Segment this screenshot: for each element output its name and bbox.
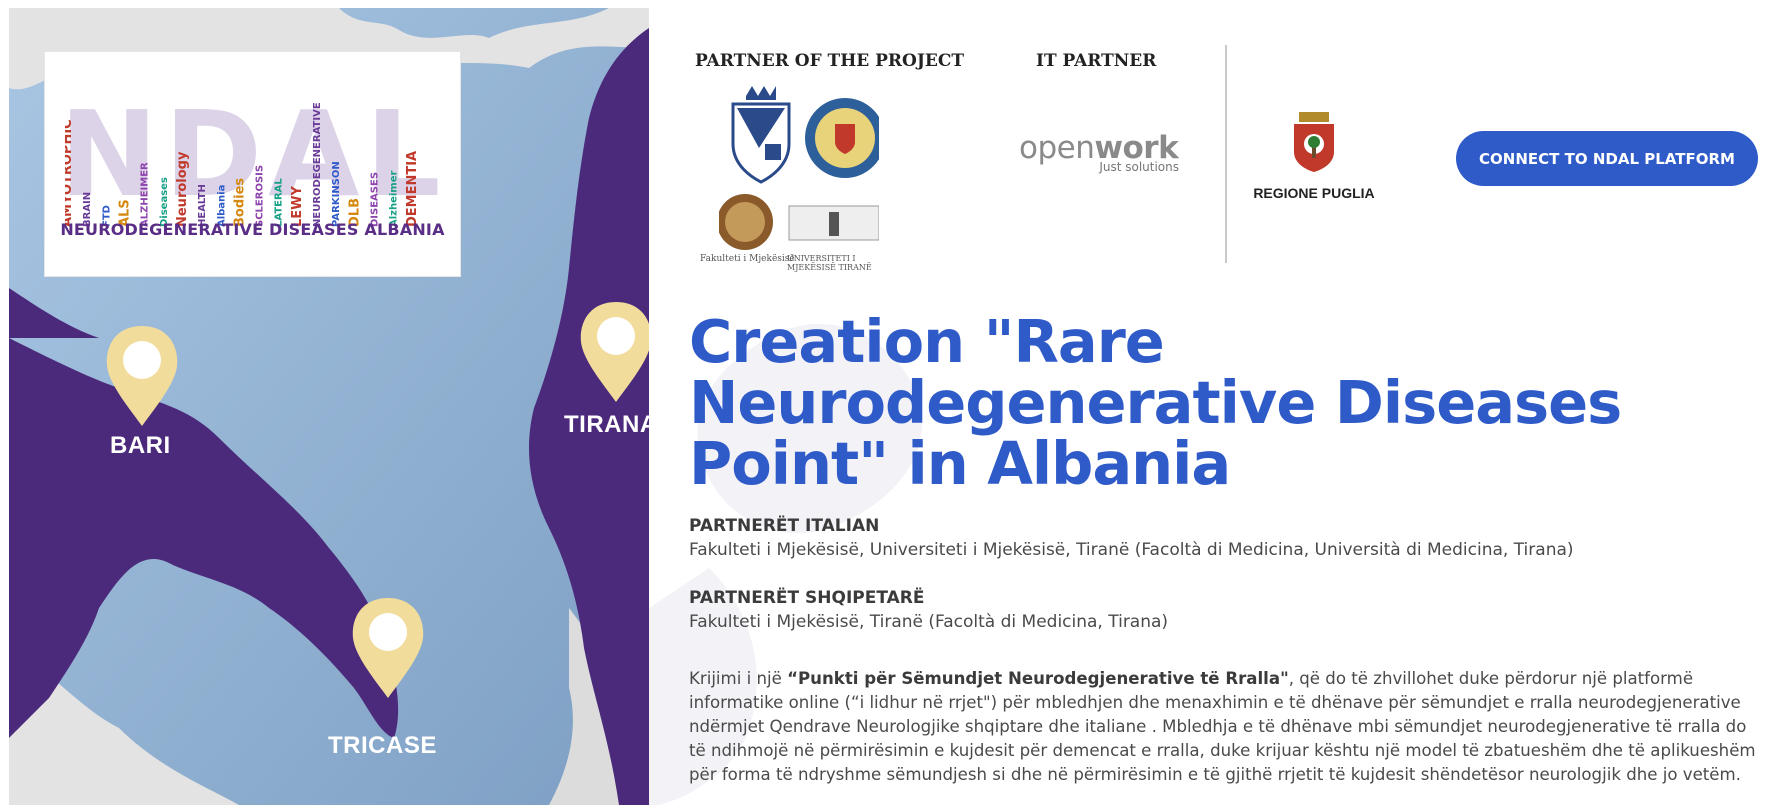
regione-crest-icon (1294, 112, 1334, 172)
logo-word: ALZHEIMER (140, 162, 151, 227)
partner-project-heading: PARTNER OF THE PROJECT (695, 51, 965, 71)
title-line-2: Neurodegenerative Diseases (689, 368, 1622, 437)
logo-word: SCLEROSIS (255, 165, 266, 227)
logo-word: DISEASES (370, 172, 381, 227)
logo-word: Alzheimer (389, 170, 400, 227)
page-title: Creation "Rare Neurodegenerative Disease… (689, 311, 1749, 494)
faculty-emblem-icon (719, 194, 773, 250)
city-label-tirana: TIRANA (564, 411, 649, 438)
regione-label: REGIONE PUGLIA (1253, 185, 1375, 201)
it-partner-heading: IT PARTNER (1036, 51, 1157, 71)
logo-subtitle: NEURODEGENERATIVE DISEASES ALBANIA (60, 220, 445, 239)
para-intro: Krijimi i një (689, 669, 788, 688)
connect-platform-button[interactable]: CONNECT TO NDAL PLATFORM (1456, 131, 1758, 186)
albanian-partners-heading: PARTNERËT SHQIPETARË (689, 588, 925, 608)
content-panel: PARTNER OF THE PROJECT IT PARTNER Fakult… (649, 8, 1765, 805)
logo-word: NEURODEGENERATIVE (312, 102, 323, 227)
title-line-3: Point" in Albania (689, 429, 1231, 498)
regione-puglia-logo: REGIONE PUGLIA (1244, 112, 1384, 201)
logo-word: Neurology (175, 151, 190, 227)
title-line-1: Creation "Rare (689, 307, 1165, 376)
logo-caption-university: UNIVERSITETI I MJEKËSISË TIRANË (787, 254, 872, 272)
university-building-icon (788, 205, 879, 241)
logo-word: PARKINSON (331, 161, 342, 227)
openwork-name-a: open (1019, 130, 1095, 166)
italian-partners-heading: PARTNERËT ITALIAN (689, 516, 880, 536)
ndal-logo: NDAL AMYOTROPHIC BRAIN FTD ALS ALZHEIMER Dise… (45, 52, 460, 276)
shield-crest-icon (731, 86, 791, 184)
logo-caption-faculty: Fakulteti i Mjekësisë (700, 254, 795, 264)
city-label-tricase: TRICASE (328, 732, 437, 759)
logo-word: DEMENTIA (405, 151, 420, 227)
logo-word: AMYOTROPHIC (65, 119, 75, 227)
para-bold: “Punkti për Sëmundjet Neurodegjenerative… (787, 669, 1289, 688)
openwork-logo: openwork Just solutions (1019, 130, 1179, 174)
albanian-partners-text: Fakulteti i Mjekësisë, Tiranë (Facoltà d… (689, 612, 1169, 632)
italian-partners-text: Fakulteti i Mjekësisë, Universiteti i Mj… (689, 540, 1574, 560)
university-seal-icon (805, 98, 879, 178)
map-panel: NDAL AMYOTROPHIC BRAIN FTD ALS ALZHEIMER Dise… (9, 8, 649, 805)
logo-wordcloud: NDAL AMYOTROPHIC BRAIN FTD ALS ALZHEIMER Dise… (65, 85, 441, 227)
description-paragraph: Krijimi i një “Punkti për Sëmundjet Neur… (689, 667, 1764, 787)
city-label-bari: BARI (110, 432, 171, 459)
partners-divider (1225, 45, 1227, 263)
partner-logos (719, 86, 879, 250)
